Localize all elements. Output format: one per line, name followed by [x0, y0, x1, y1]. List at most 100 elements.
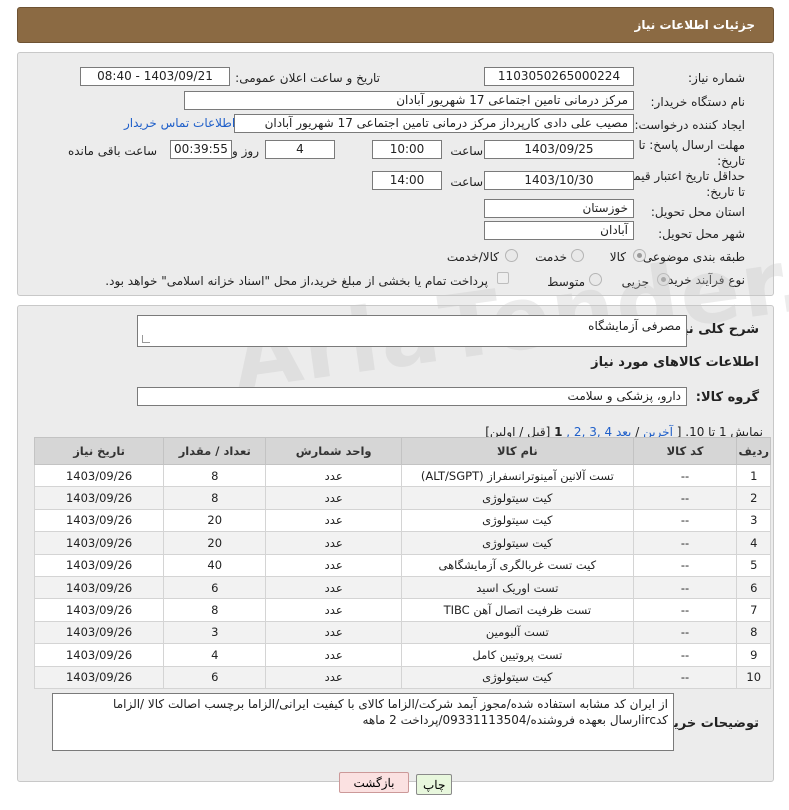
cell-unit: عدد	[265, 463, 403, 488]
cell-unit: عدد	[265, 508, 403, 533]
table-row: 7 -- تست ظرفیت اتصال آهن TIBC عدد 8 1403…	[33, 598, 771, 622]
validity-time-field: 14:00	[372, 171, 442, 190]
announce-field: 1403/09/21 - 08:40	[80, 67, 230, 86]
buyer-notes-textarea: از ایران کد مشابه استفاده شده/مجوز آیمد …	[52, 693, 674, 751]
cell-date: 1403/09/26	[33, 463, 165, 488]
cell-code: --	[632, 463, 738, 488]
province-label: استان محل تحویل:	[650, 205, 745, 219]
table-header-row: ردیف کد کالا نام کالا واحد شمارش تعداد /…	[33, 437, 771, 465]
cell-date: 1403/09/26	[33, 643, 165, 667]
cell-name: تست آلانین آمینوترانسفراز (ALT/SGPT)	[401, 463, 634, 488]
description-resize-handle[interactable]	[142, 335, 150, 343]
cell-row: 7	[736, 598, 771, 622]
cell-qty: 8	[163, 598, 267, 622]
process-radio-medium[interactable]	[589, 273, 602, 286]
cell-unit: عدد	[265, 531, 403, 555]
remaining-label: ساعت باقی مانده	[67, 144, 157, 158]
table-row: 3 -- کیت سیتولوژی عدد 20 1403/09/26	[33, 508, 771, 533]
buyer-org-label: نام دستگاه خریدار:	[650, 95, 746, 109]
category-radio-goods-service[interactable]	[505, 249, 518, 262]
cell-date: 1403/09/26	[33, 531, 165, 555]
cell-date: 1403/09/26	[33, 665, 165, 689]
cell-name: کیت سیتولوژی	[401, 665, 634, 689]
cell-code: --	[632, 575, 738, 600]
cell-name: کیت سیتولوژی	[401, 531, 634, 555]
cell-unit: عدد	[265, 620, 403, 645]
cell-name: تست اوریک اسید	[401, 575, 634, 600]
validity-time-label: ساعت	[450, 175, 483, 189]
table-row: 5 -- کیت تست غربالگری آزمایشگاهی عدد 40 …	[33, 553, 771, 577]
goods-table: ردیف کد کالا نام کالا واحد شمارش تعداد /…	[33, 437, 771, 689]
cell-qty: 20	[163, 508, 267, 533]
page-title: جزئیات اطلاعات نیاز	[634, 18, 755, 32]
province-field: خوزستان	[484, 199, 634, 218]
cell-name: تست ظرفیت اتصال آهن TIBC	[401, 598, 634, 622]
cell-qty: 40	[163, 553, 267, 577]
days-label: روز و	[232, 144, 259, 158]
cell-date: 1403/09/26	[33, 486, 165, 510]
cell-row: 4	[736, 531, 771, 555]
cell-qty: 20	[163, 531, 267, 555]
city-field: آبادان	[484, 221, 634, 240]
cell-code: --	[632, 508, 738, 533]
table-row: 9 -- تست پروتیین کامل عدد 4 1403/09/26	[33, 643, 771, 667]
cell-row: 6	[736, 575, 771, 600]
process-option-medium: متوسط	[547, 275, 585, 289]
cell-code: --	[632, 665, 738, 689]
cell-row: 8	[736, 620, 771, 645]
category-option-service: خدمت	[535, 250, 567, 264]
table-row: 1 -- تست آلانین آمینوترانسفراز (ALT/SGPT…	[33, 463, 771, 488]
validity-date-field: 1403/10/30	[484, 171, 634, 190]
process-radio-minor[interactable]	[657, 273, 670, 286]
cell-row: 10	[736, 665, 771, 689]
group-field: دارو، پزشکی و سلامت	[137, 387, 687, 406]
table-row: 10 -- کیت سیتولوژی عدد 6 1403/09/26	[33, 665, 771, 689]
payment-note: پرداخت تمام یا بخشی از مبلغ خرید،از محل …	[105, 274, 488, 288]
cell-date: 1403/09/26	[33, 620, 165, 645]
header-unit: واحد شمارش	[265, 437, 403, 465]
cell-qty: 4	[163, 643, 267, 667]
cell-qty: 6	[163, 665, 267, 689]
creator-field: مصیب علی دادی کارپرداز مرکز درمانی تامین…	[234, 114, 634, 133]
validity-label: حداقل تاریخ اعتبار قیمت: تا تاریخ:	[618, 169, 745, 199]
cell-date: 1403/09/26	[33, 598, 165, 622]
category-label: طبقه بندی موضوعی:	[638, 250, 745, 264]
table-row: 2 -- کیت سیتولوژی عدد 8 1403/09/26	[33, 486, 771, 510]
cell-code: --	[632, 620, 738, 645]
header-need-date: تاریخ نیاز	[33, 437, 165, 465]
cell-code: --	[632, 486, 738, 510]
deadline-time-field: 10:00	[372, 140, 442, 159]
header-row-number: ردیف	[736, 437, 771, 465]
deadline-date-field: 1403/09/25	[484, 140, 634, 159]
cell-row: 9	[736, 643, 771, 667]
treasury-checkbox[interactable]	[497, 272, 509, 284]
process-label: نوع فرآیند خرید :	[660, 273, 745, 287]
need-number-label: شماره نیاز:	[688, 71, 745, 85]
cell-date: 1403/09/26	[33, 508, 165, 533]
need-number-field: 1103050265000224	[484, 67, 634, 86]
cell-unit: عدد	[265, 553, 403, 577]
header-quantity: تعداد / مقدار	[163, 437, 267, 465]
cell-row: 1	[736, 463, 771, 488]
header-item-name: نام کالا	[401, 437, 634, 465]
cell-row: 5	[736, 553, 771, 577]
contact-info-link[interactable]: اطلاعات تماس خریدار	[124, 116, 235, 130]
group-label: گروه کالا:	[695, 390, 759, 405]
table-row: 8 -- تست آلبومین عدد 3 1403/09/26	[33, 620, 771, 645]
cell-name: کیت تست غربالگری آزمایشگاهی	[401, 553, 634, 577]
cell-code: --	[632, 531, 738, 555]
page-title-bar: جزئیات اطلاعات نیاز	[17, 7, 774, 43]
buyer-org-field: مرکز درمانی تامین اجتماعی 17 شهریور آباد…	[184, 91, 634, 110]
category-radio-service[interactable]	[571, 249, 584, 262]
cell-name: کیت سیتولوژی	[401, 486, 634, 510]
remaining-time-field: 00:39:55	[170, 140, 232, 159]
cell-unit: عدد	[265, 575, 403, 600]
table-row: 4 -- کیت سیتولوژی عدد 20 1403/09/26	[33, 531, 771, 555]
table-row: 6 -- تست اوریک اسید عدد 6 1403/09/26	[33, 575, 771, 600]
process-option-minor: جزیی	[621, 275, 649, 289]
cell-unit: عدد	[265, 598, 403, 622]
print-button[interactable]: چاپ	[416, 774, 452, 795]
city-label: شهر محل تحویل:	[658, 227, 745, 241]
back-button[interactable]: بازگشت	[339, 772, 409, 793]
category-radio-goods[interactable]	[633, 249, 646, 262]
